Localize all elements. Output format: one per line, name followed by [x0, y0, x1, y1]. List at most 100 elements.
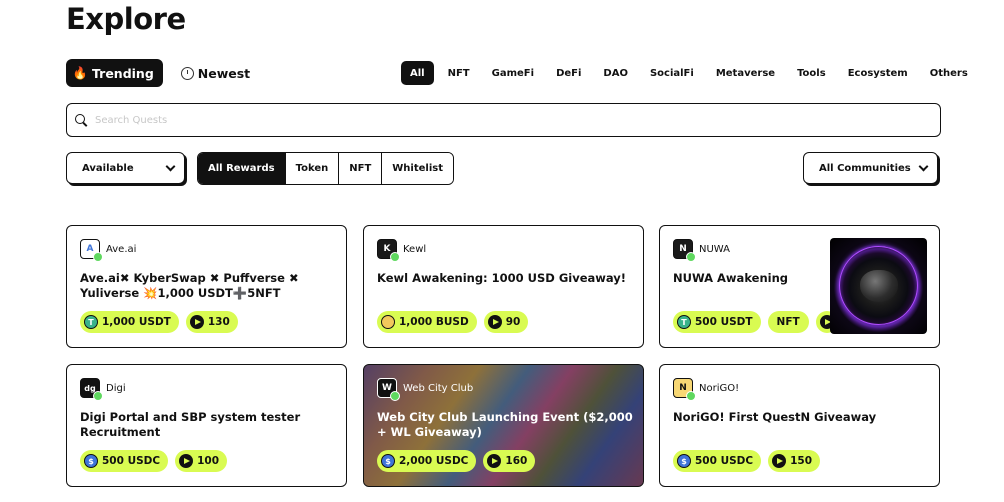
card-header: dg Digi	[80, 378, 126, 401]
token-reward-pill: T 500 USDT	[673, 311, 761, 333]
reward-pills: T 500 USDT NFT	[673, 311, 838, 333]
fire-icon: 🔥	[72, 66, 88, 80]
xp-reward-pill: 130	[185, 311, 238, 333]
community-logo-text: A	[86, 244, 94, 254]
reward-pills: $ 500 USDC 150	[673, 450, 821, 472]
quest-card[interactable]: dg Digi Digi Portal and SBP system teste…	[66, 364, 347, 487]
token-reward-value: 1,000 USDT	[102, 316, 171, 328]
verified-icon	[93, 391, 103, 401]
reward-pills: $ 500 USDC 100	[80, 450, 228, 472]
xp-reward-pill: 90	[483, 311, 529, 333]
community-name: Web City Club	[403, 382, 474, 394]
card-header: A Ave.ai	[80, 239, 137, 262]
community-name: Ave.ai	[106, 243, 137, 255]
reward-pills: $ 2,000 USDC 160	[377, 450, 536, 472]
community-dropdown-value: All Communities	[819, 162, 911, 174]
status-dropdown-value: Available	[82, 162, 134, 174]
search-input[interactable]	[95, 114, 795, 126]
token-reward-value: 1,000 BUSD	[399, 316, 469, 328]
usdt-coin-icon: T	[677, 315, 691, 329]
status-dropdown[interactable]: Available	[66, 152, 185, 184]
verified-icon	[686, 252, 696, 262]
usdt-coin-icon: T	[84, 315, 98, 329]
sort-trending-label: Trending	[92, 65, 154, 81]
quest-title: Ave.ai✖ KyberSwap ✖ Puffverse ✖ Yulivers…	[80, 271, 299, 300]
reward-all-button[interactable]: All Rewards	[198, 153, 285, 184]
usdc-coin-icon: $	[84, 454, 98, 468]
tab-socialfi[interactable]: SocialFi	[642, 61, 702, 85]
reward-pills: 1,000 BUSD 90	[377, 311, 529, 333]
xp-reward-value: 100	[197, 455, 220, 467]
xp-reward-pill: 160	[483, 450, 536, 472]
tab-tools[interactable]: Tools	[789, 61, 834, 85]
tab-metaverse[interactable]: Metaverse	[708, 61, 783, 85]
community-dropdown[interactable]: All Communities	[803, 152, 938, 184]
card-header: W Web City Club	[377, 378, 474, 401]
tab-all[interactable]: All	[401, 61, 434, 85]
token-reward-pill: $ 2,000 USDC	[377, 450, 477, 472]
verified-icon	[390, 252, 400, 262]
chevron-down-icon	[918, 161, 929, 171]
card-header: N NUWA	[673, 239, 730, 262]
quest-card[interactable]: N NUWA NUWA Awakening T 500 USDT NFT	[659, 225, 940, 348]
community-logo-text: K	[383, 244, 391, 254]
token-reward-pill: 1,000 BUSD	[377, 311, 477, 333]
nft-reward-value: NFT	[776, 316, 800, 328]
xp-reward-value: 160	[505, 455, 528, 467]
sort-newest-button[interactable]: Newest	[175, 59, 259, 87]
reward-pills: T 1,000 USDT 130	[80, 311, 238, 333]
reward-token-button[interactable]: Token	[284, 153, 339, 184]
play-icon	[487, 454, 502, 468]
page-title: Explore	[66, 2, 186, 36]
search-icon	[75, 113, 88, 127]
community-logo: A	[80, 239, 103, 262]
sort-tabs: 🔥 Trending Newest	[66, 59, 259, 87]
token-reward-value: 500 USDT	[695, 316, 753, 328]
tab-others[interactable]: Others	[922, 61, 976, 85]
tab-ecosystem[interactable]: Ecosystem	[840, 61, 916, 85]
token-reward-value: 500 USDC	[695, 455, 754, 467]
play-icon	[487, 315, 502, 329]
card-header: N NoriGO!	[673, 378, 740, 401]
usdc-coin-icon: $	[677, 454, 691, 468]
xp-reward-value: 130	[207, 316, 230, 328]
community-logo: dg	[80, 378, 103, 401]
nft-reward-pill: NFT	[767, 311, 809, 333]
community-name: NoriGO!	[699, 382, 740, 394]
search-bar	[66, 103, 941, 137]
busd-coin-icon	[381, 315, 395, 329]
tab-dao[interactable]: DAO	[595, 61, 636, 85]
quest-title: Kewl Awakening: 1000 USD Giveaway!	[377, 271, 627, 285]
quest-title: NoriGO! First QuestN Giveaway	[673, 410, 877, 424]
tab-gamefi[interactable]: GameFi	[484, 61, 542, 85]
quest-card[interactable]: N NoriGO! NoriGO! First QuestN Giveaway …	[659, 364, 940, 487]
token-reward-pill: $ 500 USDC	[80, 450, 169, 472]
usdc-coin-icon: $	[381, 454, 395, 468]
category-tabs: All NFT GameFi DeFi DAO SocialFi Metaver…	[401, 61, 976, 85]
community-logo: W	[377, 378, 400, 401]
quest-title: Digi Portal and SBP system tester Recrui…	[80, 410, 301, 439]
community-logo: N	[673, 239, 696, 262]
xp-reward-value: 90	[505, 316, 521, 328]
play-icon	[179, 454, 194, 468]
xp-reward-value: 150	[790, 455, 813, 467]
tab-defi[interactable]: DeFi	[548, 61, 589, 85]
heart-graphic	[860, 270, 898, 302]
sort-trending-button[interactable]: 🔥 Trending	[66, 59, 163, 87]
tab-nft[interactable]: NFT	[440, 61, 478, 85]
verified-icon	[390, 391, 400, 401]
reward-whitelist-button[interactable]: Whitelist	[381, 153, 454, 184]
community-name: Kewl	[403, 243, 427, 255]
quest-card[interactable]: W Web City Club Web City Club Launching …	[363, 364, 644, 487]
verified-icon	[686, 391, 696, 401]
play-icon	[189, 315, 204, 329]
reward-nft-button[interactable]: NFT	[338, 153, 382, 184]
verified-icon	[93, 252, 103, 262]
reward-filter: All Rewards Token NFT Whitelist	[197, 152, 455, 185]
token-reward-value: 500 USDC	[102, 455, 161, 467]
xp-reward-pill: 100	[175, 450, 228, 472]
chevron-down-icon	[165, 161, 176, 171]
community-logo-text: N	[679, 383, 687, 393]
quest-card[interactable]: K Kewl Kewl Awakening: 1000 USD Giveaway…	[363, 225, 644, 348]
quest-card[interactable]: A Ave.ai Ave.ai✖ KyberSwap ✖ Puffverse ✖…	[66, 225, 347, 348]
